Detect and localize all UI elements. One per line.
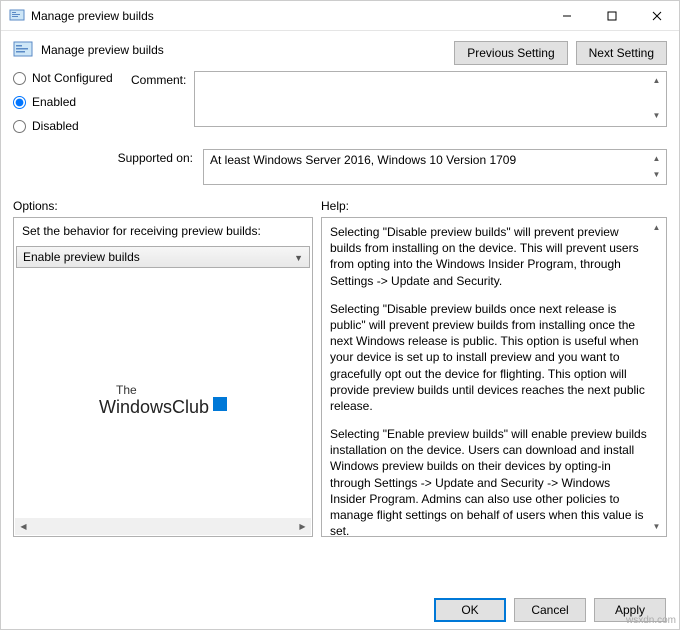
radio-disabled-label: Disabled — [32, 119, 79, 133]
radio-disabled-input[interactable] — [13, 120, 26, 133]
radio-not-configured[interactable]: Not Configured — [13, 71, 131, 85]
radio-enabled-label: Enabled — [32, 95, 76, 109]
comment-label: Comment: — [131, 71, 194, 143]
scroll-up-icon[interactable]: ▲ — [648, 73, 665, 90]
supported-label: Supported on: — [13, 149, 203, 165]
options-hscrollbar[interactable]: ◀ ▶ — [15, 518, 311, 535]
watermark-line1: The — [116, 383, 312, 397]
supported-box: At least Windows Server 2016, Windows 10… — [203, 149, 667, 185]
window-title: Manage preview builds — [31, 9, 544, 23]
setting-navigation: Previous Setting Next Setting — [454, 41, 667, 65]
scroll-right-icon[interactable]: ▶ — [294, 518, 311, 535]
watermark-line2: WindowsClub — [99, 397, 209, 417]
section-labels: Options: Help: — [1, 191, 679, 217]
ok-button[interactable]: OK — [434, 598, 506, 622]
previous-setting-button[interactable]: Previous Setting — [454, 41, 567, 65]
scroll-down-icon[interactable]: ▼ — [648, 167, 665, 183]
behavior-dropdown[interactable]: Enable preview builds ▼ — [16, 246, 310, 268]
radio-not-configured-input[interactable] — [13, 72, 26, 85]
radio-disabled[interactable]: Disabled — [13, 119, 131, 133]
scroll-up-icon[interactable]: ▲ — [648, 151, 665, 167]
radio-not-configured-label: Not Configured — [32, 71, 113, 85]
supported-scrollbar[interactable]: ▲ ▼ — [648, 151, 665, 183]
help-scrollbar[interactable]: ▲ ▼ — [648, 219, 665, 535]
watermark-square-icon — [213, 397, 227, 411]
policy-icon — [9, 8, 25, 24]
attribution-text: wsxdn.com — [626, 615, 676, 626]
state-comment-row: Not Configured Enabled Disabled Comment:… — [1, 69, 679, 149]
close-button[interactable] — [634, 1, 679, 30]
supported-value: At least Windows Server 2016, Windows 10… — [210, 153, 516, 167]
help-label: Help: — [321, 199, 349, 213]
help-panel: Selecting "Disable preview builds" will … — [321, 217, 667, 537]
scroll-down-icon[interactable]: ▼ — [648, 108, 665, 125]
radio-enabled[interactable]: Enabled — [13, 95, 131, 109]
comment-field-wrap: ▲ ▼ — [194, 71, 667, 143]
next-setting-button[interactable]: Next Setting — [576, 41, 667, 65]
scroll-down-icon[interactable]: ▼ — [648, 518, 665, 535]
chevron-down-icon: ▼ — [294, 253, 303, 263]
policy-title: Manage preview builds — [41, 43, 164, 57]
comment-scrollbar[interactable]: ▲ ▼ — [648, 73, 665, 125]
help-p3: Selecting "Enable preview builds" will e… — [330, 426, 648, 537]
titlebar: Manage preview builds — [1, 1, 679, 31]
supported-field-wrap: At least Windows Server 2016, Windows 10… — [203, 149, 667, 185]
help-p1: Selecting "Disable preview builds" will … — [330, 224, 648, 289]
radio-enabled-input[interactable] — [13, 96, 26, 109]
behavior-label: Set the behavior for receiving preview b… — [14, 218, 312, 246]
comment-input[interactable]: ▲ ▼ — [194, 71, 667, 127]
scroll-left-icon[interactable]: ◀ — [15, 518, 32, 535]
minimize-button[interactable] — [544, 1, 589, 30]
policy-header-icon — [13, 41, 35, 59]
state-radios: Not Configured Enabled Disabled — [13, 71, 131, 143]
cancel-button[interactable]: Cancel — [514, 598, 586, 622]
help-p2: Selecting "Disable preview builds once n… — [330, 301, 648, 414]
options-panel: Set the behavior for receiving preview b… — [13, 217, 313, 537]
header-section: Manage preview builds Previous Setting N… — [1, 31, 679, 69]
supported-row: Supported on: At least Windows Server 20… — [1, 149, 679, 191]
options-label: Options: — [13, 199, 321, 213]
scroll-up-icon[interactable]: ▲ — [648, 219, 665, 236]
maximize-button[interactable] — [589, 1, 634, 30]
window-controls — [544, 1, 679, 30]
panels-row: Set the behavior for receiving preview b… — [1, 217, 679, 537]
dropdown-value: Enable preview builds — [23, 250, 140, 264]
help-text: Selecting "Disable preview builds" will … — [330, 224, 648, 537]
watermark: The WindowsClub — [14, 383, 312, 418]
